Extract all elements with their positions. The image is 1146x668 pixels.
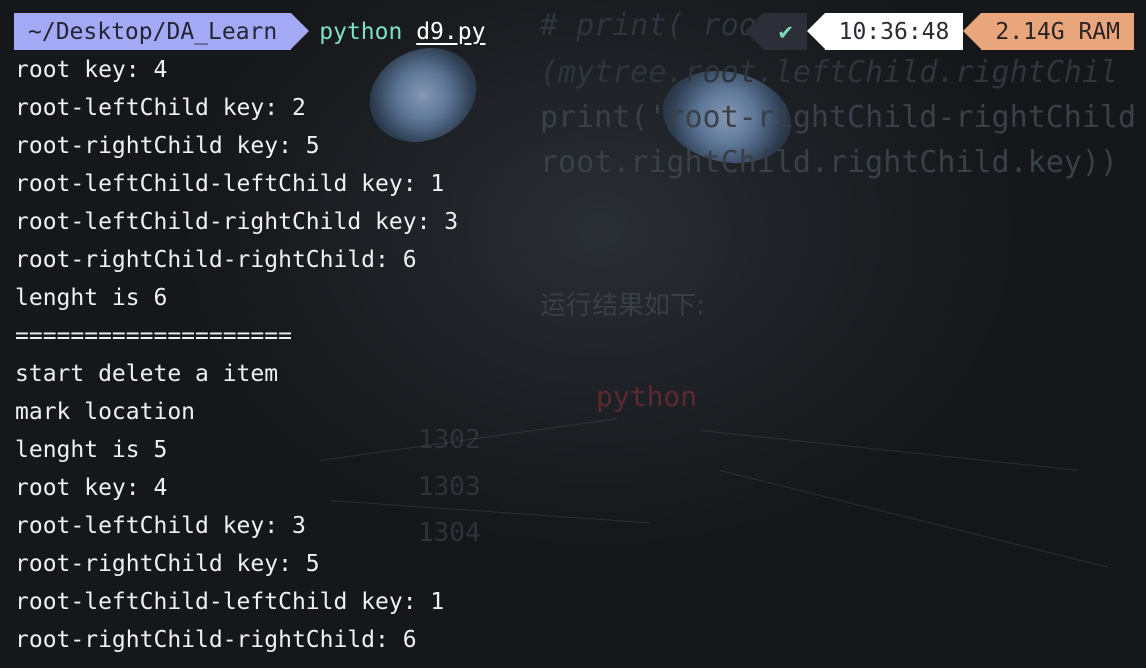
wallpaper-lang-label: python bbox=[596, 380, 698, 413]
output-line: root-leftChild key: 2 bbox=[15, 95, 306, 121]
output-line: root-leftChild key: 3 bbox=[15, 513, 306, 539]
cwd-segment: ~/Desktop/DA_Learn bbox=[14, 13, 310, 50]
output-line: root key: 4 bbox=[15, 475, 168, 501]
output-line: lenght is 5 bbox=[15, 437, 168, 463]
output-line: start delete a item bbox=[15, 361, 279, 387]
command-argument[interactable]: d9.py bbox=[416, 19, 485, 45]
wallpaper-code-line: (mytree.root.leftChild.rightChil bbox=[540, 55, 1118, 90]
wallpaper-code-line: root.rightChild.rightChild.key)) bbox=[540, 145, 1118, 180]
output-line: root-leftChild-rightChild key: 3 bbox=[15, 209, 459, 235]
wallpaper-code-line: print('root-rightChild-rightChild bbox=[540, 100, 1137, 135]
command-line[interactable]: python d9.py bbox=[319, 19, 485, 45]
output-line: root-rightChild-rightChild: 6 bbox=[15, 247, 417, 273]
wallpaper-whisker bbox=[699, 430, 1078, 471]
output-line: root-leftChild-leftChild key: 1 bbox=[15, 589, 445, 615]
output-line: root-rightChild key: 5 bbox=[15, 551, 320, 577]
output-line: root-rightChild key: 5 bbox=[15, 133, 320, 159]
output-line: root-leftChild-leftChild key: 1 bbox=[15, 171, 445, 197]
status-segment: ✔ bbox=[744, 13, 807, 50]
time-segment: 10:36:48 bbox=[806, 13, 964, 50]
output-line: lenght is 6 bbox=[15, 285, 168, 311]
terminal-window[interactable]: # print( roo (mytree.root.leftChild.righ… bbox=[0, 0, 1146, 668]
prompt-status-group: ✔ 10:36:48 2.14G RAM bbox=[744, 13, 1134, 50]
wallpaper-whisker bbox=[719, 470, 1109, 568]
command-executable: python bbox=[319, 18, 403, 45]
ram-segment: 2.14G RAM bbox=[963, 13, 1134, 50]
output-line: mark location bbox=[15, 399, 196, 425]
prompt-bar: ~/Desktop/DA_Learn python d9.py ✔ 10:36:… bbox=[14, 13, 1134, 50]
output-line: root-rightChild-rightChild: 6 bbox=[15, 627, 417, 653]
terminal-output: root key: 4 root-leftChild key: 2 root-r… bbox=[15, 51, 458, 659]
wallpaper-note: 运行结果如下: bbox=[540, 291, 705, 321]
output-line: root key: 4 bbox=[15, 57, 168, 83]
check-icon: ✔ bbox=[778, 18, 793, 45]
output-line: ==================== bbox=[15, 323, 292, 349]
